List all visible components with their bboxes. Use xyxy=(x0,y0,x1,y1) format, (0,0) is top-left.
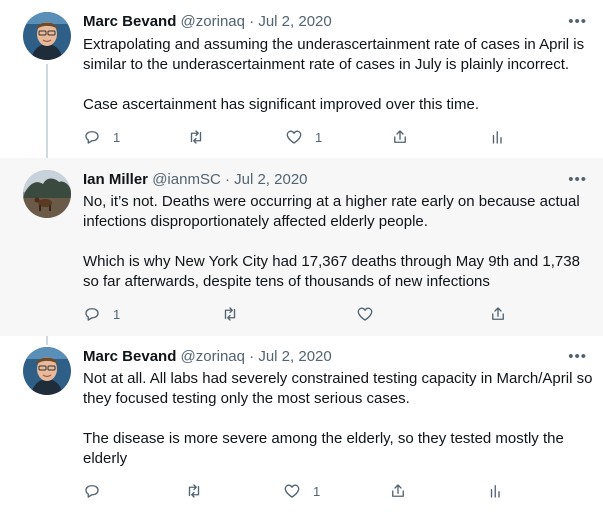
tweet-paragraph: Not at all. All labs had severely constr… xyxy=(83,370,593,407)
author-name[interactable]: Marc Bevand xyxy=(83,348,176,365)
analytics-button[interactable] xyxy=(489,127,507,147)
reply-button[interactable]: 1 xyxy=(83,304,120,324)
reply-icon xyxy=(85,308,99,321)
tweet-date[interactable]: Jul 2, 2020 xyxy=(258,13,331,30)
reply-count: 1 xyxy=(113,306,121,322)
share-button[interactable] xyxy=(489,304,507,324)
tweet[interactable]: Marc Bevand @zorinaq · Jul 2, 2020 ••• E… xyxy=(0,0,603,160)
tweet-paragraph: No, it’s not. Deaths were occurring at a… xyxy=(83,193,580,230)
tweet-paragraph: Which is why New York City had 17,367 de… xyxy=(83,253,580,290)
retweet-button[interactable] xyxy=(187,127,217,147)
reply-icon xyxy=(85,131,99,144)
author-name[interactable]: Ian Miller xyxy=(83,171,148,188)
avatar[interactable] xyxy=(23,12,71,60)
tweet-text: Not at all. All labs had severely constr… xyxy=(83,369,593,469)
analytics-button[interactable] xyxy=(487,481,505,501)
author-handle[interactable]: @zorinaq xyxy=(181,348,245,365)
tweet-date[interactable]: Jul 2, 2020 xyxy=(234,171,307,188)
share-icon xyxy=(394,130,406,143)
like-button[interactable] xyxy=(356,304,386,324)
analytics-icon xyxy=(490,485,500,498)
more-options-icon[interactable]: ••• xyxy=(568,12,587,32)
share-button[interactable] xyxy=(389,481,407,501)
tweet[interactable]: Ian Miller @ianmSC · Jul 2, 2020 ••• No,… xyxy=(0,158,603,336)
heart-icon xyxy=(286,130,302,144)
tweet-header: Marc Bevand @zorinaq · Jul 2, 2020 xyxy=(83,12,332,32)
header-separator: · xyxy=(249,13,255,30)
retweet-button[interactable] xyxy=(221,304,251,324)
retweet-button[interactable] xyxy=(185,481,215,501)
like-button[interactable]: 1 xyxy=(285,127,322,147)
more-options-icon[interactable]: ••• xyxy=(568,170,587,190)
conversation-thread: Marc Bevand @zorinaq · Jul 2, 2020 ••• E… xyxy=(0,0,603,512)
tweet[interactable]: Marc Bevand @zorinaq · Jul 2, 2020 ••• N… xyxy=(0,336,603,512)
share-icon xyxy=(392,484,404,497)
retweet-icon xyxy=(188,484,200,498)
author-handle[interactable]: @zorinaq xyxy=(181,13,245,30)
header-separator: · xyxy=(249,348,255,365)
tweet-date[interactable]: Jul 2, 2020 xyxy=(258,348,331,365)
more-options-icon[interactable]: ••• xyxy=(568,347,587,367)
tweet-paragraph: Case ascertainment has significant impro… xyxy=(83,96,480,113)
reply-button[interactable] xyxy=(83,481,113,501)
avatar[interactable] xyxy=(23,347,71,395)
avatar[interactable] xyxy=(23,170,71,218)
like-count: 1 xyxy=(313,483,321,499)
share-button[interactable] xyxy=(391,127,409,147)
tweet-paragraph: Extrapolating and assuming the underasce… xyxy=(83,36,585,73)
header-separator: · xyxy=(224,171,230,188)
tweet-text: No, it’s not. Deaths were occurring at a… xyxy=(83,192,593,292)
retweet-icon xyxy=(190,130,202,144)
like-count: 1 xyxy=(315,129,323,145)
retweet-icon xyxy=(224,307,236,321)
tweet-paragraph: The disease is more severe among the eld… xyxy=(83,430,564,467)
share-icon xyxy=(492,307,504,320)
like-button[interactable]: 1 xyxy=(283,481,320,501)
heart-icon xyxy=(284,484,300,498)
tweet-header: Ian Miller @ianmSC · Jul 2, 2020 xyxy=(83,170,308,190)
reply-count: 1 xyxy=(113,129,121,145)
author-handle[interactable]: @ianmSC xyxy=(152,171,221,188)
tweet-header: Marc Bevand @zorinaq · Jul 2, 2020 xyxy=(83,347,332,367)
analytics-icon xyxy=(492,131,502,144)
reply-button[interactable]: 1 xyxy=(83,127,120,147)
heart-icon xyxy=(357,307,373,321)
reply-icon xyxy=(85,485,99,498)
author-name[interactable]: Marc Bevand xyxy=(83,13,176,30)
tweet-text: Extrapolating and assuming the underasce… xyxy=(83,35,593,115)
